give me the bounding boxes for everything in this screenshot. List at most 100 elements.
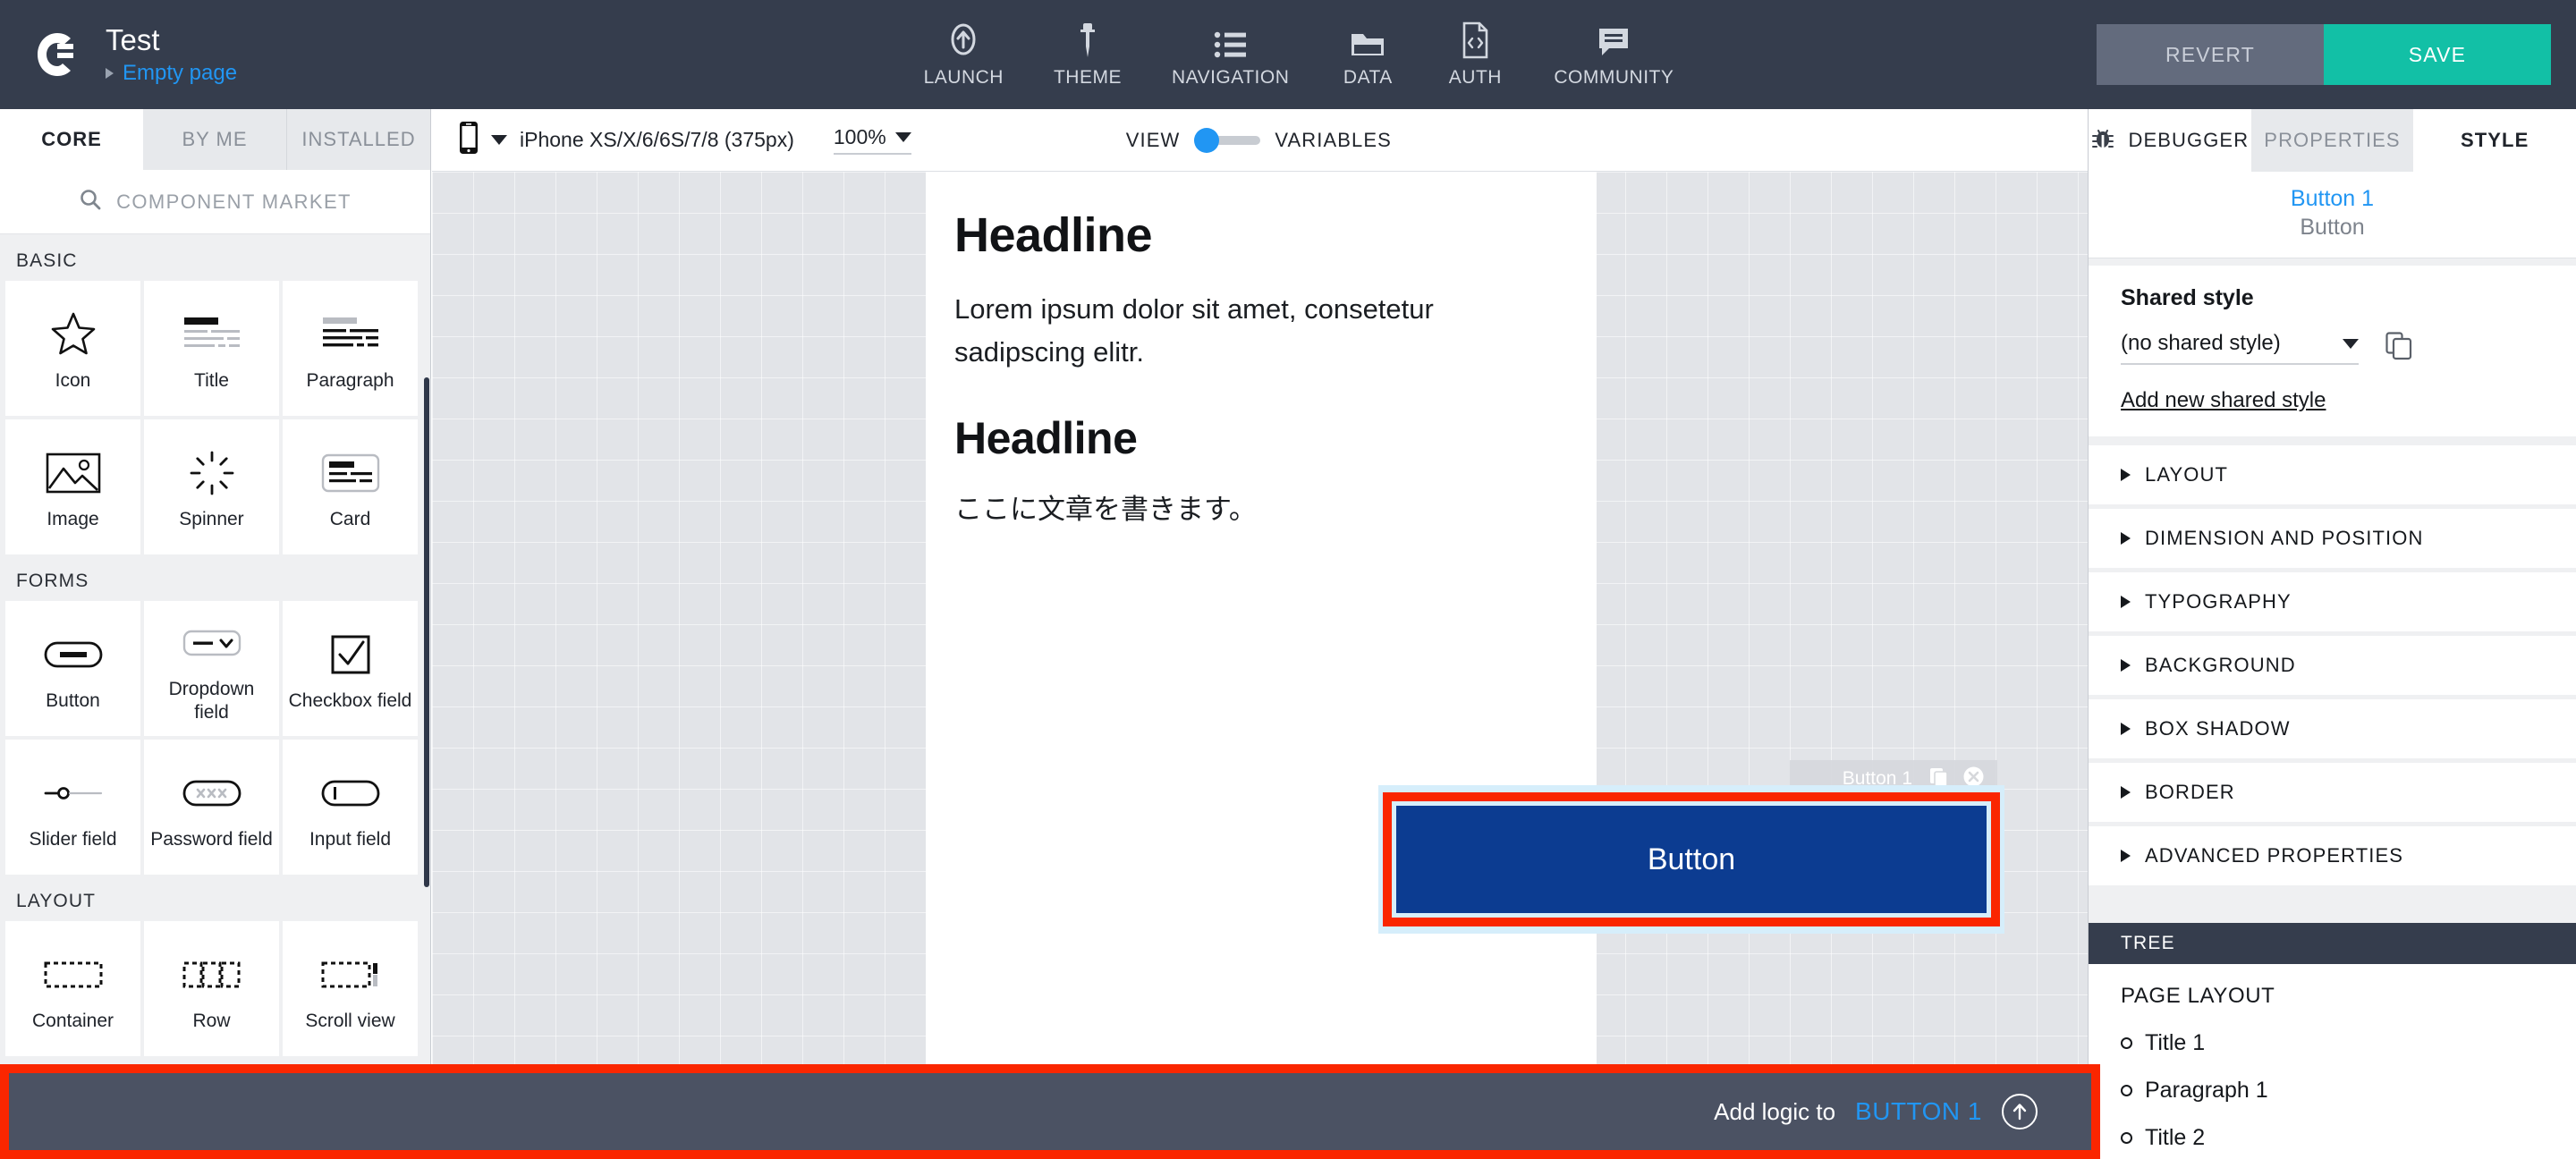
component-input-field[interactable]: Input field <box>283 740 418 875</box>
component-password-field[interactable]: Password field <box>144 740 279 875</box>
accordion-layout[interactable]: LAYOUT <box>2089 445 2576 504</box>
component-title[interactable]: Title <box>144 281 279 416</box>
component-market-search[interactable]: COMPONENT MARKET <box>0 170 430 234</box>
chevron-right-icon <box>2121 659 2131 672</box>
preview-paragraph-2[interactable]: ここに文章を書きます。 <box>954 490 1568 529</box>
accordion-border[interactable]: BORDER <box>2089 763 2576 822</box>
component-label: Spinner <box>179 508 244 529</box>
title-lines-icon <box>182 305 242 364</box>
canvas-toolbar: iPhone XS/X/6/6S/7/8 (375px) 100% VIEW V… <box>432 109 2088 172</box>
accordion-background[interactable]: BACKGROUND <box>2089 636 2576 695</box>
nav-item-launch[interactable]: LAUNCH <box>899 21 1029 89</box>
component-button[interactable]: Button <box>5 601 140 736</box>
chevron-right-icon <box>2121 786 2131 799</box>
scrollview-dashed-icon <box>321 945 380 1004</box>
left-panel-scrollbar[interactable] <box>424 377 429 887</box>
accordion-label: BACKGROUND <box>2145 654 2296 676</box>
phone-icon <box>459 121 479 159</box>
slider-icon <box>44 764 103 823</box>
preview-button[interactable]: Button <box>1396 806 1987 913</box>
button-pill-icon <box>44 625 103 684</box>
nav-item-theme[interactable]: THEME <box>1029 21 1147 89</box>
accordion-label: ADVANCED PROPERTIES <box>2145 844 2404 867</box>
preview-headline-1[interactable]: Headline <box>954 207 1568 263</box>
nav-label: THEME <box>1053 66 1122 88</box>
row-dashed-icon <box>182 945 242 1004</box>
add-logic-bar[interactable]: Add logic to BUTTON 1 <box>0 1064 2100 1159</box>
gc-logo-icon[interactable] <box>29 26 86 83</box>
tree-node[interactable]: Title 2 <box>2121 1125 2576 1151</box>
toggle-switch[interactable] <box>1194 127 1261 153</box>
bullet-icon <box>2121 1132 2132 1144</box>
tab-core[interactable]: CORE <box>0 109 143 170</box>
nav-item-community[interactable]: COMMUNITY <box>1529 21 1699 89</box>
component-image[interactable]: Image <box>5 419 140 554</box>
section-label-layout: LAYOUT <box>16 891 97 911</box>
view-label: VIEW <box>1125 128 1181 151</box>
save-button[interactable]: SAVE <box>2324 24 2551 85</box>
card-icon <box>321 444 380 503</box>
tree-node[interactable]: Title 1 <box>2121 1030 2576 1056</box>
nav-item-data[interactable]: DATA <box>1314 21 1421 89</box>
component-dropdown-field[interactable]: Dropdown field <box>144 601 279 736</box>
component-icon[interactable]: Icon <box>5 281 140 416</box>
tab-properties[interactable]: PROPERTIES <box>2251 109 2414 172</box>
view-variables-toggle[interactable]: VIEW VARIABLES <box>1125 127 1392 153</box>
nav-item-auth[interactable]: AUTH <box>1421 21 1529 89</box>
nav-item-navigation[interactable]: NAVIGATION <box>1147 21 1314 89</box>
component-label: Password field <box>150 828 273 850</box>
inspector-panel: DEBUGGER PROPERTIES STYLE Button 1 Butto… <box>2088 109 2576 1159</box>
tab-debugger[interactable]: DEBUGGER <box>2089 109 2251 172</box>
add-shared-style-link[interactable]: Add new shared style <box>2121 388 2326 413</box>
toggle-knob <box>1194 127 1220 153</box>
tab-style[interactable]: STYLE <box>2413 109 2576 172</box>
tree-root-label[interactable]: PAGE LAYOUT <box>2121 984 2576 1009</box>
component-label: Paragraph <box>306 369 394 391</box>
component-panel: CORE BY ME INSTALLED COMPONENT MARKET BA… <box>0 109 431 1159</box>
chevron-right-icon <box>2121 850 2131 862</box>
project-title: Test <box>106 23 160 56</box>
top-bar: Test Empty page LAUNCH THEME NAVIGATION … <box>0 0 2576 109</box>
chevron-right-icon <box>2121 469 2131 481</box>
tree-node[interactable]: Paragraph 1 <box>2121 1078 2576 1104</box>
list-icon <box>1214 21 1248 59</box>
accordion-box-shadow[interactable]: BOX SHADOW <box>2089 699 2576 758</box>
component-container[interactable]: Container <box>5 921 140 1056</box>
component-row[interactable]: Row <box>144 921 279 1056</box>
accordion-advanced-properties[interactable]: ADVANCED PROPERTIES <box>2089 826 2576 885</box>
component-scroll-view[interactable]: Scroll view <box>283 921 418 1056</box>
accordion-label: TYPOGRAPHY <box>2145 590 2292 613</box>
shared-style-select[interactable]: (no shared style) <box>2121 331 2359 365</box>
component-paragraph[interactable]: Paragraph <box>283 281 418 416</box>
duplicate-icon[interactable] <box>2385 332 2412 365</box>
zoom-selector[interactable]: 100% <box>833 125 911 155</box>
component-label: Container <box>31 1010 114 1031</box>
page-breadcrumb[interactable]: Empty page <box>106 61 237 86</box>
component-label: Button <box>46 689 100 711</box>
preview-paragraph-1[interactable]: Lorem ipsum dolor sit amet, consetetur s… <box>954 288 1568 374</box>
selected-element-type: Button <box>2300 215 2365 240</box>
shared-style-section: Shared style (no shared style) Add new s… <box>2089 266 2576 436</box>
tab-installed[interactable]: INSTALLED <box>287 109 430 170</box>
revert-button[interactable]: REVERT <box>2097 24 2324 85</box>
component-palette: BASIC Icon Title Paragraph Image Spinner… <box>0 234 431 1159</box>
component-slider-field[interactable]: Slider field <box>5 740 140 875</box>
tab-label: DEBUGGER <box>2128 129 2250 151</box>
device-selector[interactable]: iPhone XS/X/6/6S/7/8 (375px) <box>432 121 794 159</box>
tab-by-me[interactable]: BY ME <box>143 109 287 170</box>
nav-label: LAUNCH <box>923 66 1004 88</box>
component-spinner[interactable]: Spinner <box>144 419 279 554</box>
component-checkbox-field[interactable]: Checkbox field <box>283 601 418 736</box>
search-placeholder: COMPONENT MARKET <box>116 190 352 213</box>
accordion-dimension-and-position[interactable]: DIMENSION AND POSITION <box>2089 509 2576 568</box>
canvas-area[interactable]: Headline Lorem ipsum dolor sit amet, con… <box>432 172 2088 1159</box>
arrow-up-circle-icon[interactable] <box>2002 1094 2038 1129</box>
folder-icon <box>1350 21 1385 59</box>
bullet-icon <box>2121 1085 2132 1096</box>
accordion-typography[interactable]: TYPOGRAPHY <box>2089 572 2576 631</box>
tree-node-label: Title 2 <box>2145 1125 2206 1150</box>
preview-headline-2[interactable]: Headline <box>954 411 1568 465</box>
nav-label: AUTH <box>1448 66 1502 88</box>
image-icon <box>46 444 101 503</box>
component-card[interactable]: Card <box>283 419 418 554</box>
